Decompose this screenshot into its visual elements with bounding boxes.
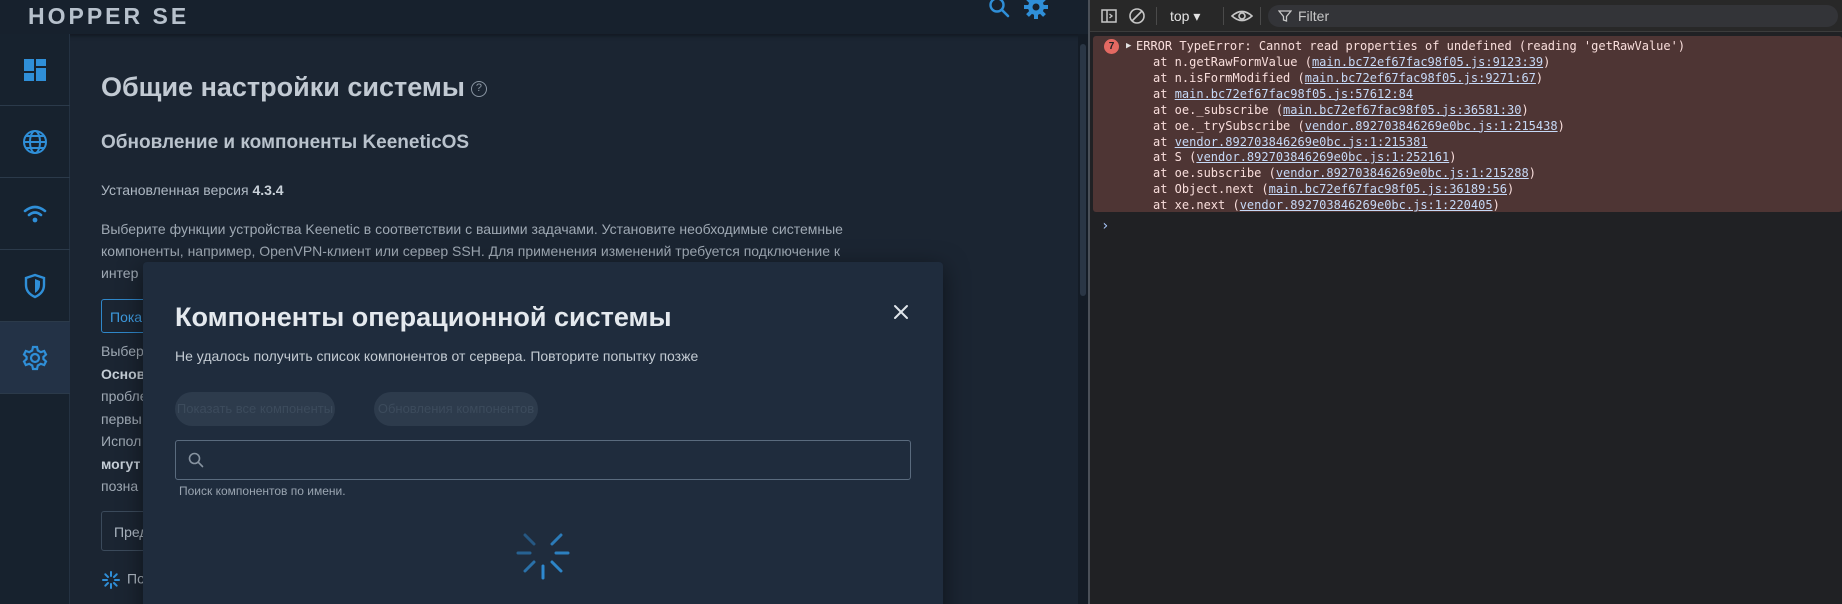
sidebar-item-security[interactable] [0, 250, 70, 322]
modal-title: Компоненты операционной системы [175, 302, 672, 332]
eye-icon[interactable] [1231, 7, 1253, 25]
expand-arrow-icon[interactable]: ▶ [1126, 39, 1131, 54]
page-scroll-thumb[interactable] [1080, 44, 1086, 296]
components-modal: Компоненты операционной системы Не удало… [143, 262, 943, 604]
search-hint: Поиск компонентов по имени. [179, 484, 346, 498]
source-link[interactable]: main.bc72ef67fac98f05.js:9123:39 [1312, 55, 1543, 69]
error-count-badge: 7 [1104, 39, 1119, 54]
help-icon[interactable]: ? [470, 80, 487, 97]
component-search-box[interactable] [175, 440, 911, 480]
sidebar [0, 34, 70, 604]
stack-frame-text: at [1153, 134, 1175, 149]
search-icon [188, 452, 204, 468]
filter-icon [1278, 10, 1292, 22]
stack-frame-text: ) [1528, 166, 1536, 181]
page-scrollbar[interactable] [1078, 34, 1088, 604]
top-bar: HOPPER SE [0, 0, 1088, 34]
spinner-icon [516, 533, 570, 580]
modal-error-message: Не удалось получить список компонентов о… [175, 348, 699, 364]
screen: HOPPER SE Общие настройки системы ? Обно… [0, 0, 1842, 604]
source-link[interactable]: vendor.892703846269e0bc.js:1:215438 [1305, 119, 1558, 133]
clear-console-icon[interactable] [1128, 7, 1146, 25]
stack-frame-text: ) [1521, 102, 1529, 117]
gear-icon [22, 345, 48, 370]
sidebar-item-dashboard[interactable] [0, 34, 70, 106]
console-filter[interactable]: Filter [1268, 5, 1838, 27]
stack-frame-text: at oe._subscribe ( [1153, 102, 1284, 117]
version-label: Установленная версия [101, 182, 249, 198]
filter-placeholder: Filter [1298, 8, 1330, 24]
globe-icon [23, 129, 47, 154]
stack-trace-line: at S (vendor.892703846269e0bc.js:1:25216… [1153, 150, 1456, 165]
source-link[interactable]: main.bc72ef67fac98f05.js:36189:56 [1269, 182, 1507, 196]
stack-trace-line: at n.isFormModified (main.bc72ef67fac98f… [1153, 71, 1543, 86]
source-link[interactable]: vendor.892703846269e0bc.js:1:215288 [1276, 166, 1529, 180]
stack-trace-line: at main.bc72ef67fac98f05.js:57612:84 [1153, 87, 1413, 102]
devtools-console: top ▾ Filter 7 ▶ ERROR TypeError: Cannot… [1090, 0, 1842, 604]
stack-trace-line: at oe.subscribe (vendor.892703846269e0bc… [1153, 166, 1536, 181]
page-title-text: Общие настройки системы [101, 72, 465, 102]
version-value: 4.3.4 [252, 182, 284, 198]
stack-frame-text: ) [1492, 198, 1500, 213]
stack-frame-text: ) [1535, 70, 1544, 85]
console-error-entry: 7 ▶ ERROR TypeError: Cannot read propert… [1093, 36, 1842, 212]
toolbar-separator [1156, 7, 1157, 25]
stack-trace-line: at xe.next (vendor.892703846269e0bc.js:1… [1153, 198, 1500, 213]
gear-icon[interactable] [1023, 0, 1049, 20]
stack-frame-text: ) [1557, 118, 1565, 133]
source-link[interactable]: main.bc72ef67fac98f05.js:36581:30 [1283, 103, 1521, 117]
show-all-components-button[interactable]: Показать все компоненты [175, 392, 335, 426]
sidebar-item-settings[interactable] [0, 322, 70, 394]
stack-frame-text: at xe.next ( [1153, 198, 1240, 213]
stack-trace-line: at Object.next (main.bc72ef67fac98f05.js… [1153, 182, 1514, 197]
search-icon[interactable] [988, 0, 1010, 18]
page-title: Общие настройки системы? [101, 72, 487, 103]
error-message: ERROR TypeError: Cannot read properties … [1136, 39, 1686, 53]
stack-frame-text: ) [1507, 182, 1515, 197]
sidebar-item-internet[interactable] [0, 106, 70, 178]
spinner-icon [102, 571, 120, 589]
close-icon[interactable] [891, 302, 911, 322]
stack-frame-text: at oe._trySubscribe ( [1153, 118, 1305, 133]
toolbar-separator [1223, 7, 1224, 25]
toolbar-separator [1260, 7, 1261, 25]
stack-frame-text: at Object.next ( [1153, 182, 1269, 197]
stack-frame-text: at S ( [1153, 150, 1197, 165]
context-selector[interactable]: top ▾ [1170, 8, 1200, 25]
shield-icon [24, 273, 46, 298]
source-link[interactable]: vendor.892703846269e0bc.js:1:220405 [1240, 198, 1493, 212]
component-updates-button[interactable]: Обновления компонентов [374, 392, 538, 426]
console-toolbar: top ▾ Filter [1090, 0, 1842, 32]
stack-frame-text: at n.getRawFormValue ( [1153, 55, 1312, 69]
description-line: Выберите функции устройства Keenetic в с… [101, 221, 843, 237]
stack-trace-line: at vendor.892703846269e0bc.js:1:215381 [1153, 135, 1428, 150]
source-link[interactable]: main.bc72ef67fac98f05.js:9271:67 [1305, 71, 1536, 85]
stack-frame-text: at oe.subscribe ( [1153, 166, 1276, 181]
wifi-icon [23, 205, 47, 222]
loading-indicator: По [101, 570, 145, 590]
stack-trace-line: at oe._subscribe (main.bc72ef67fac98f05.… [1153, 103, 1529, 118]
description-line: компоненты, например, OpenVPN-клиент или… [101, 243, 841, 259]
component-search-input[interactable] [216, 449, 896, 471]
source-link[interactable]: vendor.892703846269e0bc.js:1:252161 [1196, 150, 1449, 164]
source-link[interactable]: vendor.892703846269e0bc.js:1:215381 [1175, 135, 1428, 149]
stack-frame-text: at [1153, 86, 1175, 101]
stack-trace-line: at oe._trySubscribe (vendor.892703846269… [1153, 119, 1565, 134]
logo: HOPPER SE [28, 3, 190, 29]
stack-frame-text: ) [1449, 150, 1457, 165]
stack-trace-line: at n.getRawFormValue (main.bc72ef67fac98… [1153, 55, 1550, 70]
source-link[interactable]: main.bc72ef67fac98f05.js:57612:84 [1175, 87, 1413, 101]
stack-frame-text: at n.isFormModified ( [1153, 70, 1305, 85]
dashboard-icon [24, 58, 46, 81]
sidebar-toggle-icon[interactable] [1100, 7, 1118, 25]
router-web-ui: HOPPER SE Общие настройки системы ? Обно… [0, 0, 1088, 604]
section-title: Обновление и компоненты KeeneticOS [101, 132, 470, 153]
console-prompt[interactable]: › [1101, 218, 1109, 234]
installed-version: Установленная версия 4.3.4 [101, 182, 284, 198]
sidebar-item-wifi[interactable] [0, 178, 70, 250]
stack-frame-text: ) [1543, 55, 1551, 69]
